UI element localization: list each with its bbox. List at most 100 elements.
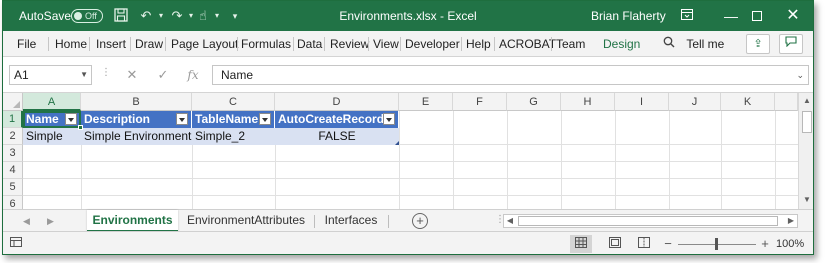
undo-icon[interactable]: ↶ [138, 8, 154, 24]
search-icon [663, 31, 677, 57]
table-resize-handle-icon[interactable] [395, 141, 399, 145]
macro-recording-icon[interactable] [9, 236, 23, 252]
row-header-1[interactable]: 1 [3, 111, 23, 128]
column-header-j[interactable]: J [669, 93, 721, 111]
user-name[interactable]: Brian Flaherty [591, 1, 666, 31]
table-header-cell[interactable]: Description [81, 111, 192, 128]
page-break-preview-icon[interactable] [633, 235, 655, 253]
column-header-k[interactable]: K [721, 93, 775, 111]
normal-view-icon[interactable] [570, 235, 592, 253]
expand-formula-bar-icon[interactable]: ⌄ [796, 66, 804, 84]
filter-dropdown-icon[interactable] [259, 113, 271, 125]
add-sheet-icon[interactable]: + [412, 213, 428, 229]
sheet-tab-bar: ◀ ▶ Environments EnvironmentAttributes I… [3, 209, 813, 232]
tab-view[interactable]: View [369, 31, 403, 57]
tab-design[interactable]: Design [599, 31, 644, 57]
column-header-b[interactable]: B [81, 93, 192, 111]
scroll-left-icon[interactable]: ◀ [504, 215, 516, 227]
filter-dropdown-icon[interactable] [176, 113, 188, 125]
sheet-tab-environmentattributes[interactable]: EnvironmentAttributes [181, 210, 311, 232]
previous-sheet-icon[interactable]: ◀ [23, 210, 30, 232]
table-header-cell[interactable]: AutoCreateRecords [275, 111, 399, 128]
zoom-in-icon[interactable]: + [760, 236, 770, 252]
insert-function-icon[interactable]: fx [183, 65, 203, 85]
excel-window: AutoSave Off ↶ ▾ ↷ ▾ ☝ ▾ ▾ Environments.… [2, 0, 814, 255]
tab-home[interactable]: Home [51, 31, 91, 57]
tab-formulas[interactable]: Formulas [237, 31, 295, 57]
tab-page-layout[interactable]: Page Layout [167, 31, 242, 57]
sheet-tab-interfaces[interactable]: Interfaces [317, 210, 385, 232]
row-header-2[interactable]: 2 [3, 128, 23, 145]
tab-developer[interactable]: Developer [401, 31, 464, 57]
sheet-tab-environments[interactable]: Environments [87, 210, 178, 232]
column-header-h[interactable]: H [561, 93, 615, 111]
table-cell-tablename[interactable]: Simple_2 [192, 128, 275, 145]
title-bar: AutoSave Off ↶ ▾ ↷ ▾ ☝ ▾ ▾ Environments.… [3, 1, 813, 31]
horizontal-scroll-thumb[interactable] [518, 216, 778, 226]
vertical-scrollbar[interactable]: ▲ ▼ [798, 93, 813, 209]
vertical-scroll-thumb[interactable] [802, 111, 812, 133]
formula-bar: A1 ▼ ⋮ ✕ ✓ fx Name ⌄ [3, 57, 813, 93]
column-header-d[interactable]: D [275, 93, 399, 111]
cancel-entry-icon[interactable]: ✕ [122, 65, 142, 85]
ribbon-display-icon[interactable] [665, 1, 709, 31]
column-header-i[interactable]: I [615, 93, 669, 111]
row-header-4[interactable]: 4 [3, 162, 23, 179]
zoom-slider-thumb[interactable] [715, 238, 718, 250]
comments-icon[interactable] [779, 34, 803, 54]
tab-review[interactable]: Review [326, 31, 373, 57]
status-bar: − + 100% [3, 231, 813, 254]
header-text-description: Description [84, 112, 151, 126]
column-header-a[interactable]: A [23, 93, 81, 111]
table-cell-name[interactable]: Simple [23, 128, 81, 145]
next-sheet-icon[interactable]: ▶ [47, 210, 54, 232]
worksheet-grid[interactable]: A B C D E F G H I J K 1 2 3 4 5 6 Name D… [3, 93, 798, 209]
tell-me-search[interactable]: Tell me [663, 31, 724, 57]
header-text-name: Name [26, 112, 59, 126]
formula-bar-grip-icon[interactable]: ⋮ [101, 67, 111, 78]
column-header-partial[interactable] [775, 93, 798, 111]
sheet-divider [388, 215, 389, 228]
save-icon[interactable] [113, 8, 129, 24]
tab-help[interactable]: Help [462, 31, 495, 57]
table-cell-description[interactable]: Simple Environment [81, 128, 192, 145]
table-header-cell[interactable]: Name [23, 111, 81, 128]
column-header-e[interactable]: E [399, 93, 453, 111]
share-icon[interactable]: ⇪ [746, 34, 770, 54]
fill-handle[interactable] [78, 125, 83, 130]
ribbon-divider [324, 37, 325, 51]
chevron-down-icon[interactable]: ▼ [80, 66, 88, 84]
zoom-out-icon[interactable]: − [663, 236, 673, 252]
row-header-3[interactable]: 3 [3, 145, 23, 162]
tab-file[interactable]: File [13, 31, 40, 57]
confirm-entry-icon[interactable]: ✓ [153, 65, 173, 85]
toggle-knob [74, 12, 82, 20]
scroll-right-icon[interactable]: ▶ [785, 215, 797, 227]
select-all-corner[interactable] [3, 93, 23, 111]
undo-dropdown-icon[interactable]: ▾ [153, 8, 169, 24]
tab-team[interactable]: Team [552, 31, 589, 57]
row-header-5[interactable]: 5 [3, 179, 23, 196]
tab-insert[interactable]: Insert [92, 31, 130, 57]
scroll-up-icon[interactable]: ▲ [799, 94, 813, 108]
customize-qat-icon[interactable]: ▾ [227, 8, 243, 24]
table-cell-autocreaterecords[interactable]: FALSE [275, 128, 399, 145]
horizontal-scrollbar[interactable]: ◀ ▶ [503, 214, 798, 228]
page-layout-view-icon[interactable] [604, 235, 626, 253]
formula-input[interactable]: Name ⌄ [212, 65, 809, 85]
table-header-cell[interactable]: TableName [192, 111, 275, 128]
tab-data[interactable]: Data [293, 31, 326, 57]
row-header-6[interactable]: 6 [3, 196, 23, 209]
zoom-level[interactable]: 100% [776, 232, 804, 254]
touch-dropdown-icon[interactable]: ▾ [209, 8, 225, 24]
column-header-g[interactable]: G [507, 93, 561, 111]
close-icon[interactable]: ✕ [771, 1, 813, 31]
filter-dropdown-icon[interactable] [383, 113, 395, 125]
scroll-down-icon[interactable]: ▼ [799, 193, 813, 207]
tab-draw[interactable]: Draw [131, 31, 167, 57]
name-box[interactable]: A1 ▼ [9, 65, 92, 85]
filter-dropdown-icon[interactable] [65, 113, 77, 125]
autosave-toggle[interactable]: Off [71, 9, 103, 23]
column-header-c[interactable]: C [192, 93, 275, 111]
column-header-f[interactable]: F [453, 93, 507, 111]
